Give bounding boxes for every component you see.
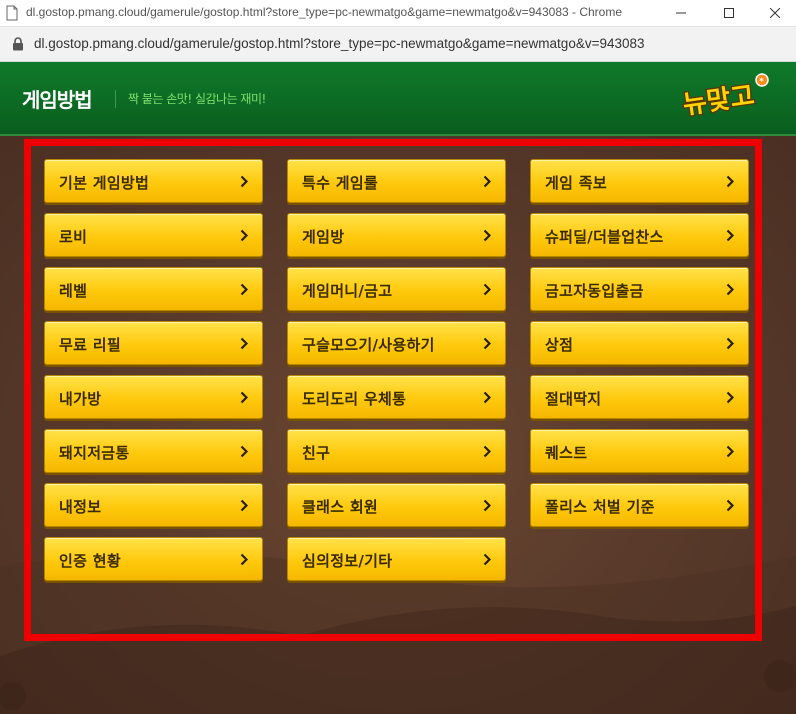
menu-beads[interactable]: 구슬모으기/사용하기 (287, 321, 506, 365)
chevron-right-icon (726, 229, 734, 242)
minimize-icon (676, 12, 686, 14)
menu-label: 도리도리 우체통 (302, 390, 407, 408)
menu-my-info[interactable]: 내정보 (44, 483, 263, 527)
maximize-button[interactable] (706, 0, 752, 26)
menu-label: 내정보 (59, 498, 102, 516)
chevron-right-icon (726, 283, 734, 296)
header-divider (115, 90, 116, 108)
menu-friends[interactable]: 친구 (287, 429, 506, 473)
newmatgo-logo: 뉴맞고 * (680, 73, 769, 120)
menu-super-deal[interactable]: 슈퍼딜/더블업찬스 (530, 213, 749, 257)
menu-label: 절대딱지 (545, 390, 602, 408)
chevron-right-icon (483, 445, 491, 458)
svg-text:뉴맞고: 뉴맞고 (681, 81, 756, 120)
lock-icon (13, 37, 23, 51)
chevron-right-icon (483, 553, 491, 566)
menu-label: 특수 게임룰 (302, 174, 379, 192)
menu-game-hands[interactable]: 게임 족보 (530, 159, 749, 203)
menu-shop[interactable]: 상점 (530, 321, 749, 365)
menu-label: 인증 현황 (59, 552, 121, 570)
url-text[interactable]: dl.gostop.pmang.cloud/gamerule/gostop.ht… (34, 36, 645, 51)
menu-lobby[interactable]: 로비 (44, 213, 263, 257)
menu-label: 게임머니/금고 (302, 282, 393, 300)
menu-absolute-ddakji[interactable]: 절대딱지 (530, 375, 749, 419)
menu-level[interactable]: 레벨 (44, 267, 263, 311)
menu-label: 클래스 회원 (302, 498, 379, 516)
menu-label: 구슬모으기/사용하기 (302, 336, 435, 354)
chevron-right-icon (726, 175, 734, 188)
chevron-right-icon (240, 499, 248, 512)
menu-verification-status[interactable]: 인증 현황 (44, 537, 263, 581)
menu-auto-safe[interactable]: 금고자동입출금 (530, 267, 749, 311)
header-slogan: 짝 붙는 손맛! 실감나는 재미! (128, 92, 266, 106)
chevron-right-icon (726, 445, 734, 458)
menu-class-member[interactable]: 클래스 회원 (287, 483, 506, 527)
menu-label: 무료 리필 (59, 336, 121, 354)
address-bar[interactable]: dl.gostop.pmang.cloud/gamerule/gostop.ht… (0, 27, 796, 62)
menu-label: 심의정보/기타 (302, 552, 393, 570)
chevron-right-icon (240, 175, 248, 188)
chevron-right-icon (483, 283, 491, 296)
menu-label: 금고자동입출금 (545, 282, 644, 300)
menu-label: 게임 족보 (545, 174, 607, 192)
menu-label: 슈퍼딜/더블업찬스 (545, 228, 664, 246)
chevron-right-icon (240, 553, 248, 566)
chevron-right-icon (483, 391, 491, 404)
maximize-icon (724, 8, 734, 18)
menu-police-penalty[interactable]: 폴리스 처벌 기준 (530, 483, 749, 527)
chevron-right-icon (240, 391, 248, 404)
menu-piggy-bank[interactable]: 돼지저금통 (44, 429, 263, 473)
chevron-right-icon (483, 175, 491, 188)
chevron-right-icon (240, 445, 248, 458)
close-button[interactable] (752, 0, 796, 26)
menu-game-money-safe[interactable]: 게임머니/금고 (287, 267, 506, 311)
chevron-right-icon (240, 229, 248, 242)
menu-dori-mailbox[interactable]: 도리도리 우체통 (287, 375, 506, 419)
menu-my-bag[interactable]: 내가방 (44, 375, 263, 419)
chevron-right-icon (483, 499, 491, 512)
menu-label: 게임방 (302, 228, 345, 246)
svg-text:*: * (759, 77, 764, 87)
page-icon (6, 5, 18, 21)
chevron-right-icon (726, 499, 734, 512)
chevron-right-icon (726, 391, 734, 404)
chevron-right-icon (240, 283, 248, 296)
close-icon (770, 8, 780, 18)
menu-label: 친구 (302, 444, 331, 462)
menu-special-rules[interactable]: 특수 게임룰 (287, 159, 506, 203)
menu-label: 폴리스 처벌 기준 (545, 498, 655, 516)
menu-label: 돼지저금통 (59, 444, 130, 462)
chevron-right-icon (240, 337, 248, 350)
menu-quest[interactable]: 퀘스트 (530, 429, 749, 473)
menu-label: 내가방 (59, 390, 102, 408)
chevron-right-icon (483, 337, 491, 350)
window-title-bar: dl.gostop.pmang.cloud/gamerule/gostop.ht… (0, 0, 796, 27)
menu-rating-info[interactable]: 심의정보/기타 (287, 537, 506, 581)
menu-label: 로비 (59, 228, 88, 246)
chevron-right-icon (726, 337, 734, 350)
menu-basic-rules[interactable]: 기본 게임방법 (44, 159, 263, 203)
menu-label: 레벨 (59, 282, 88, 300)
window-title: dl.gostop.pmang.cloud/gamerule/gostop.ht… (26, 5, 623, 19)
chevron-right-icon (483, 229, 491, 242)
menu-game-room[interactable]: 게임방 (287, 213, 506, 257)
minimize-button[interactable] (658, 0, 704, 26)
menu-label: 퀘스트 (545, 444, 588, 462)
page-title: 게임방법 (22, 88, 93, 112)
menu-label: 기본 게임방법 (59, 174, 150, 192)
menu-label: 상점 (545, 336, 574, 354)
menu-free-refill[interactable]: 무료 리필 (44, 321, 263, 365)
